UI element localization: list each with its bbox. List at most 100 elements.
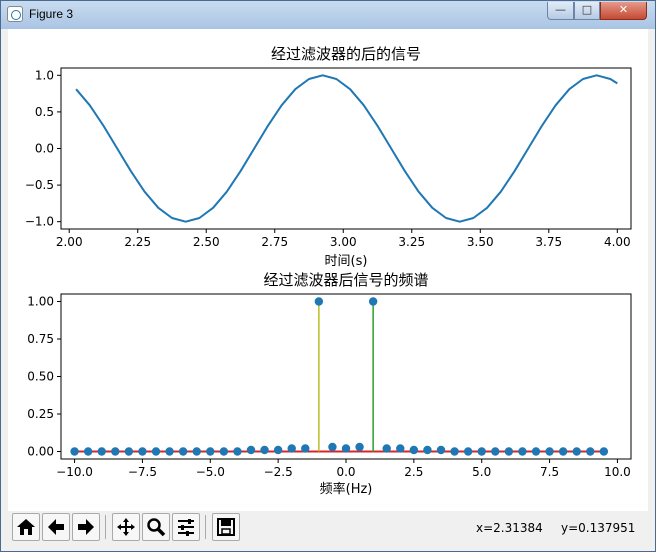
top-xtick-label: 3.25 — [398, 235, 425, 249]
bottom-ytick-label: 0.75 — [27, 332, 54, 346]
stem-marker — [409, 445, 419, 455]
bottom-xtick-label: −2.5 — [264, 465, 293, 479]
forward-button[interactable] — [72, 513, 100, 541]
figure-window: Figure 3 — □ ✕ 经过滤波器的后的信号 2.00 2.25 2.50 2.… — [0, 0, 656, 552]
top-xtick-label: 4.00 — [604, 235, 631, 249]
back-arrow-icon — [48, 519, 64, 535]
zoom-icon — [147, 518, 166, 537]
stem-marker — [396, 444, 405, 453]
top-xtick-label: 3.00 — [330, 235, 357, 249]
forward-arrow-icon — [78, 519, 94, 535]
stem-marker — [531, 447, 541, 456]
bottom-ytick-label: 0.25 — [27, 407, 54, 421]
close-button[interactable]: ✕ — [600, 2, 647, 20]
stem-marker — [273, 445, 283, 455]
stem-marker — [545, 447, 554, 456]
save-icon — [217, 518, 235, 536]
window-title: Figure 3 — [29, 7, 74, 21]
stem-marker — [450, 447, 459, 456]
pan-icon — [117, 518, 135, 536]
stem-marker — [246, 445, 256, 455]
matplotlib-app-icon — [7, 6, 23, 22]
stem-marker — [504, 447, 514, 456]
top-xlabel: 时间(s) — [325, 254, 368, 269]
cursor-y-readout: y=0.137951 — [561, 521, 636, 535]
stem-marker — [558, 447, 568, 456]
top-xtick-label: 2.75 — [261, 235, 288, 249]
stem-marker — [178, 447, 188, 456]
bottom-chart-title: 经过滤波器后信号的频谱 — [263, 271, 428, 289]
bottom-xtick-label: 5.0 — [472, 465, 491, 479]
back-button[interactable] — [42, 513, 70, 541]
stem-marker — [219, 447, 229, 456]
top-ytick-label: −0.5 — [25, 178, 54, 192]
bottom-xtick-label: −10.0 — [56, 465, 93, 479]
stem-marker — [233, 447, 242, 456]
bottom-ytick-label: 1.00 — [27, 295, 54, 309]
plot-area[interactable]: 经过滤波器的后的信号 2.00 2.25 2.50 2.75 3.00 3.25 3.50 3… — [8, 29, 648, 511]
top-xtick-label: 3.50 — [467, 235, 494, 249]
stem-marker — [138, 447, 147, 456]
zoom-button[interactable] — [142, 513, 170, 541]
stem-marker — [599, 447, 609, 456]
stem-marker — [260, 445, 269, 455]
bottom-xtick-label: −7.5 — [128, 465, 157, 479]
bottom-xtick-label: 0.0 — [336, 465, 355, 479]
configure-subplots-button[interactable] — [172, 513, 200, 541]
top-ytick-label: −1.0 — [25, 215, 54, 229]
stem-marker — [301, 444, 310, 453]
toolbar-separator — [105, 515, 106, 539]
stem-marker — [382, 444, 391, 453]
stem-marker — [572, 447, 581, 456]
top-xtick-label: 3.75 — [535, 235, 562, 249]
stem-marker — [97, 447, 106, 456]
home-button[interactable] — [12, 513, 40, 541]
bottom-xtick-label: −5.0 — [196, 465, 225, 479]
bottom-xlabel: 频率(Hz) — [320, 481, 373, 497]
stem-marker — [287, 444, 296, 453]
title-bar[interactable]: Figure 3 — □ ✕ — [1, 1, 655, 29]
cursor-x-readout: x=2.31384 — [476, 521, 543, 535]
bottom-axes-frame[interactable] — [60, 293, 632, 460]
stem-marker — [206, 447, 215, 456]
top-chart-title: 经过滤波器的后的信号 — [271, 45, 421, 63]
stem-marker — [124, 447, 134, 456]
figure-canvas[interactable]: 经过滤波器的后的信号 2.00 2.25 2.50 2.75 3.00 3.25 3.50 3… — [8, 29, 648, 511]
navigation-toolbar: x=2.31384 y=0.137951 — [8, 511, 648, 545]
stem-marker — [165, 447, 174, 456]
stem-marker — [328, 442, 337, 452]
stem-marker — [111, 447, 120, 456]
top-xtick-label: 2.50 — [193, 235, 220, 249]
bottom-xtick-label: 10.0 — [604, 465, 631, 479]
stem-marker — [341, 444, 351, 453]
stem-marker — [491, 447, 500, 456]
stem-marker — [192, 447, 201, 456]
stem-marker — [436, 445, 446, 455]
pan-button[interactable] — [112, 513, 140, 541]
stem-marker — [477, 447, 486, 456]
maximize-button[interactable]: □ — [574, 2, 600, 20]
home-icon — [17, 519, 35, 535]
toolbar-separator — [205, 515, 206, 539]
stem-marker — [518, 447, 527, 456]
save-button[interactable] — [212, 513, 240, 541]
stem-marker — [586, 447, 595, 456]
stem-marker — [463, 447, 473, 456]
stem-marker — [423, 445, 432, 455]
stem-marker — [70, 447, 79, 456]
top-xtick-label: 2.25 — [124, 235, 151, 249]
stem-marker — [355, 442, 364, 452]
top-xtick-label: 2.00 — [56, 235, 83, 249]
stem-marker — [83, 447, 93, 456]
stem-marker — [151, 447, 161, 456]
top-ytick-label: 1.0 — [35, 68, 54, 82]
bottom-xtick-label: 7.5 — [540, 465, 559, 479]
top-ytick-label: 0.5 — [35, 105, 54, 119]
bottom-ytick-label: 0.50 — [27, 370, 54, 384]
minimize-button[interactable]: — — [547, 2, 574, 20]
signal-line — [75, 74, 618, 223]
top-axes-frame[interactable] — [60, 67, 632, 230]
bottom-xtick-label: 2.5 — [404, 465, 423, 479]
stem-marker — [314, 297, 324, 306]
subplots-config-icon — [178, 519, 194, 536]
